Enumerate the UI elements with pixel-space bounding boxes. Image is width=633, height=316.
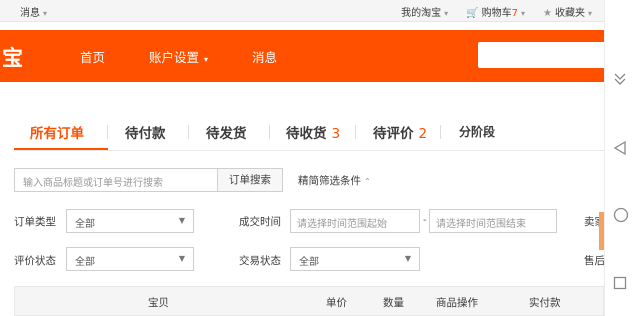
chevron-down-icon: ▾ [204, 55, 209, 64]
tab-divider [188, 125, 189, 139]
tab-pending-payment[interactable]: 待付款 [125, 122, 166, 142]
main-header: 宝 首页 账户设置 ▾ 消息 [0, 30, 604, 82]
order-tabs: 所有订单 待付款 待发货 待收货 3 待评价 2 分阶段 [14, 114, 604, 151]
tab-pending-receipt[interactable]: 待收货 3 [286, 122, 340, 142]
trade-status-label: 交易状态 [239, 255, 281, 267]
trade-status-value: 全部 [299, 257, 319, 268]
col-unit-price: 单价 [326, 297, 347, 309]
nav-messages[interactable]: 消息 [252, 47, 277, 66]
nav-account-settings-label: 账户设置 [149, 50, 200, 65]
tab-divider [440, 125, 441, 139]
review-status-select[interactable]: 全部 ▼ [66, 247, 194, 271]
recent-apps-icon[interactable] [613, 276, 627, 290]
order-type-select[interactable]: 全部 ▼ [66, 209, 194, 233]
tab-label: 待发货 [206, 126, 247, 142]
review-status-value: 全部 [75, 257, 95, 268]
page-root: 消息 ▾ 我的淘宝 ▾ 🛒 购物车7 ▾ ★ 收藏夹 ▾ 宝 首页 账户设置 ▾ 消息 [0, 0, 633, 316]
tab-count-badge: 2 [418, 126, 428, 142]
order-type-value: 全部 [75, 219, 95, 230]
active-tab-indicator [14, 148, 108, 150]
date-end-input[interactable]: 请选择时间范围结束 [429, 209, 557, 233]
tab-label: 待评价 [373, 126, 414, 142]
tab-label: 待付款 [125, 126, 166, 142]
chevron-up-icon: ⌃ [364, 177, 371, 186]
my-taobao-link[interactable]: 我的淘宝 ▾ [401, 4, 448, 19]
chevron-down-icon: ▼ [404, 254, 411, 263]
site-logo[interactable]: 宝 [2, 42, 23, 72]
nav-account-settings[interactable]: 账户设置 ▾ [149, 47, 208, 66]
order-table-header: 宝贝 单价 数量 商品操作 实付款 [14, 286, 604, 316]
order-type-label: 订单类型 [14, 216, 56, 228]
tab-label: 分阶段 [459, 125, 496, 139]
chevron-down-icon: ▾ [587, 9, 592, 18]
chevron-down-icon: ▾ [444, 9, 449, 18]
cart-label: 购物车 [481, 8, 512, 19]
star-icon: ★ [543, 8, 552, 19]
collapse-down-icon[interactable] [613, 72, 627, 86]
col-item-actions: 商品操作 [436, 297, 478, 309]
filter-toggle-label: 精简筛选条件 [298, 175, 361, 187]
tab-divider [107, 125, 108, 139]
review-status-label: 评价状态 [14, 255, 56, 267]
deal-time-label: 成交时间 [239, 216, 281, 228]
messages-link[interactable]: 消息 ▾ [20, 4, 47, 19]
aftersale-label: 售后 [584, 255, 604, 267]
header-search-input[interactable] [478, 42, 604, 68]
favorites-label: 收藏夹 [554, 8, 585, 19]
nav-home[interactable]: 首页 [80, 47, 105, 66]
tab-divider [355, 125, 356, 139]
feedback-tab[interactable] [599, 212, 604, 250]
cart-link[interactable]: 🛒 购物车7 ▾ [466, 4, 525, 19]
tab-label: 所有订单 [30, 126, 84, 142]
order-search-button[interactable]: 订单搜索 [217, 168, 283, 192]
tab-pending-review[interactable]: 待评价 2 [373, 122, 427, 142]
cart-icon: 🛒 [466, 8, 479, 19]
date-start-input[interactable]: 请选择时间范围起始 [290, 209, 420, 233]
trade-status-select[interactable]: 全部 ▼ [290, 247, 420, 271]
chevron-down-icon: ▼ [178, 216, 185, 225]
tab-installments[interactable]: 分阶段 [459, 123, 495, 140]
main-nav: 首页 账户设置 ▾ 消息 [80, 47, 321, 66]
my-taobao-label: 我的淘宝 [401, 8, 442, 19]
site-top-right: 我的淘宝 ▾ 🛒 购物车7 ▾ ★ 收藏夹 ▾ [401, 4, 592, 19]
col-quantity: 数量 [383, 297, 404, 309]
order-search-input[interactable]: 输入商品标题或订单号进行搜索 [14, 168, 218, 192]
cart-count: 7 [511, 8, 518, 19]
site-top-bar: 消息 ▾ 我的淘宝 ▾ 🛒 购物车7 ▾ ★ 收藏夹 ▾ [0, 0, 604, 22]
messages-label: 消息 [20, 8, 40, 19]
tab-pending-shipment[interactable]: 待发货 [206, 122, 247, 142]
home-icon[interactable] [613, 207, 629, 223]
tab-all-orders[interactable]: 所有订单 [30, 122, 84, 142]
chevron-down-icon: ▼ [178, 254, 185, 263]
back-icon[interactable] [613, 140, 627, 156]
chevron-down-icon: ▾ [521, 9, 526, 18]
system-side-panel [604, 0, 633, 316]
favorites-link[interactable]: ★ 收藏夹 ▾ [543, 4, 592, 19]
tab-count-badge: 3 [331, 126, 341, 142]
col-amount-paid: 实付款 [529, 297, 561, 309]
tab-divider [269, 125, 270, 139]
chevron-down-icon: ▾ [43, 9, 48, 18]
col-item: 宝贝 [148, 297, 169, 309]
tab-label: 待收货 [286, 126, 327, 142]
simplify-filter-toggle[interactable]: 精简筛选条件 ⌃ [298, 173, 371, 188]
date-range-separator: - [423, 215, 427, 226]
